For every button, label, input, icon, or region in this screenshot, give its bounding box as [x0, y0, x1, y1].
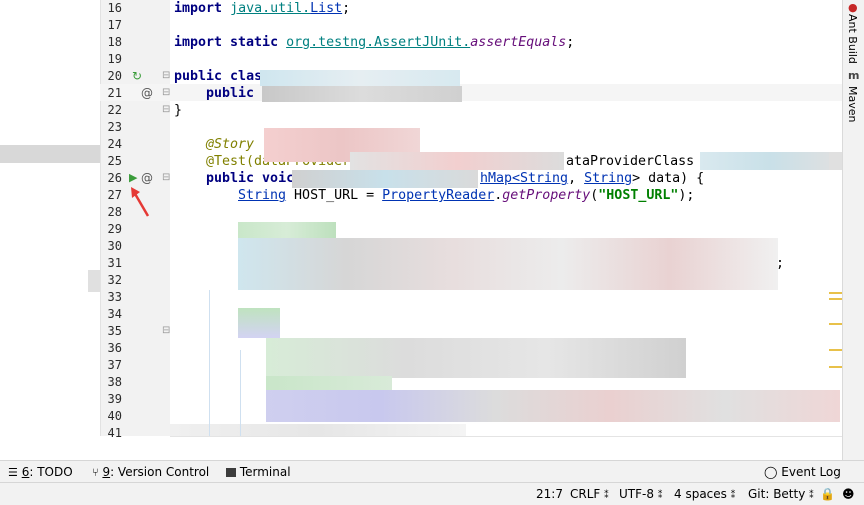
ant-build-tab[interactable]: Ant Build — [846, 14, 859, 64]
file-encoding[interactable]: UTF-8 ⁑ — [619, 487, 662, 501]
redacted-code — [266, 338, 686, 378]
red-arrow-icon — [131, 187, 150, 217]
line-number[interactable]: 38 — [100, 374, 122, 391]
line-number[interactable]: 34 — [100, 306, 122, 323]
warning-marker[interactable] — [829, 298, 842, 300]
terminal-tab[interactable]: Terminal — [226, 465, 291, 479]
fold-icon[interactable]: ⊟ — [162, 325, 170, 337]
dropdown-icon: ⁑ — [657, 491, 663, 501]
redacted-code — [238, 308, 280, 338]
dropdown-icon: ⁑ — [730, 491, 736, 501]
run-test-icon[interactable]: ▶ — [129, 172, 137, 184]
line-number[interactable]: 19 — [100, 51, 122, 68]
fold-icon[interactable]: ⊟ — [162, 70, 170, 82]
line-number[interactable]: 37 — [100, 357, 122, 374]
redacted-code — [238, 238, 778, 290]
line-number[interactable]: 31 — [100, 255, 122, 272]
redacted-region — [88, 270, 100, 292]
line-number[interactable]: 28 — [100, 204, 122, 221]
redacted-region — [0, 145, 100, 163]
dropdown-icon: ⁑ — [604, 491, 609, 501]
redacted-code — [700, 152, 840, 170]
git-branch[interactable]: Git: Betty ⁑ — [748, 487, 814, 501]
horizontal-scrollbar[interactable] — [170, 436, 842, 461]
line-number[interactable]: 16 — [100, 0, 122, 17]
line-number[interactable]: 40 — [100, 408, 122, 425]
redacted-code — [260, 70, 460, 86]
version-control-tab[interactable]: ⑂ 9: Version Control — [92, 465, 209, 479]
terminal-icon — [226, 468, 236, 477]
dropdown-icon: ⁑ — [809, 491, 814, 501]
line-number[interactable]: 29 — [100, 221, 122, 238]
line-number[interactable]: 18 — [100, 34, 122, 51]
warning-marker[interactable] — [829, 366, 842, 368]
line-number[interactable]: 33 — [100, 289, 122, 306]
fold-icon[interactable]: ⊟ — [162, 104, 170, 116]
branch-icon: ⑂ — [92, 466, 99, 479]
annotation-marker-icon[interactable]: @ — [141, 87, 153, 99]
line-number[interactable]: 20 — [100, 68, 122, 85]
redacted-code — [262, 86, 462, 102]
warning-marker[interactable] — [829, 323, 842, 325]
line-number[interactable]: 26 — [100, 170, 122, 187]
redacted-code — [292, 170, 478, 188]
line-number[interactable]: 22 — [100, 102, 122, 119]
line-number[interactable]: 27 — [100, 187, 122, 204]
code-line-22[interactable]: } — [174, 102, 182, 119]
list-icon: ☰ — [8, 466, 18, 479]
status-bar: 21:7 CRLF ⁑ UTF-8 ⁑ 4 spaces ⁑ Git: Bett… — [0, 482, 864, 505]
inspector-icon[interactable]: ☻ — [842, 487, 855, 501]
code-line-16[interactable]: import java.util.List; — [174, 0, 350, 17]
line-number[interactable]: 21 — [100, 85, 122, 102]
line-separator[interactable]: CRLF ⁑ — [570, 487, 609, 501]
code-line-25-tail[interactable]: ataProviderClass — [566, 153, 694, 170]
line-number[interactable]: 36 — [100, 340, 122, 357]
line-number[interactable]: 25 — [100, 153, 122, 170]
todo-tab[interactable]: ☰ 6: TODO — [8, 465, 73, 479]
warning-marker[interactable] — [829, 292, 842, 294]
code-line-26-tail[interactable]: hMap<String, String> data) { — [480, 170, 704, 187]
code-line-24[interactable]: @Story — [206, 136, 254, 153]
line-number[interactable]: 32 — [100, 272, 122, 289]
search-bubble-icon: ◯ — [764, 465, 778, 479]
code-line-20[interactable]: public clas — [174, 68, 262, 85]
event-log-tab[interactable]: ◯ Event Log — [764, 465, 841, 479]
annotation-marker-icon[interactable]: @ — [141, 172, 153, 184]
code-line-26[interactable]: public voic — [206, 170, 294, 187]
lock-icon[interactable]: 🔒 — [820, 487, 835, 501]
fold-icon[interactable]: ⊟ — [162, 172, 170, 184]
warning-marker[interactable] — [829, 349, 842, 351]
maven-tab[interactable]: Maven — [846, 86, 859, 122]
indent-setting[interactable]: 4 spaces ⁑ — [674, 487, 735, 501]
tool-window-bar: ☰ 6: TODO ⑂ 9: Version Control Terminal … — [0, 460, 864, 483]
line-number[interactable]: 41 — [100, 425, 122, 442]
line-number[interactable]: 24 — [100, 136, 122, 153]
line-number[interactable]: 39 — [100, 391, 122, 408]
fold-icon[interactable]: ⊟ — [162, 87, 170, 99]
maven-icon[interactable]: m — [848, 70, 859, 82]
indent-guide — [240, 350, 241, 436]
redacted-code — [829, 152, 842, 170]
indent-guide — [209, 290, 210, 436]
left-panel-edge — [0, 0, 100, 460]
caret-position[interactable]: 21:7 — [536, 487, 563, 501]
line-number[interactable]: 17 — [100, 17, 122, 34]
code-line-27[interactable]: String HOST_URL = PropertyReader.getProp… — [238, 187, 694, 204]
line-number[interactable]: 30 — [100, 238, 122, 255]
redacted-code — [350, 152, 564, 170]
line-number[interactable]: 35 — [100, 323, 122, 340]
line-number[interactable]: 23 — [100, 119, 122, 136]
code-line-18[interactable]: import static org.testng.AssertJUnit.ass… — [174, 34, 574, 51]
run-class-icon[interactable]: ↻ — [132, 70, 142, 82]
code-line-21[interactable]: public — [206, 85, 254, 102]
redacted-code — [266, 390, 840, 422]
error-icon[interactable]: ● — [848, 2, 858, 14]
